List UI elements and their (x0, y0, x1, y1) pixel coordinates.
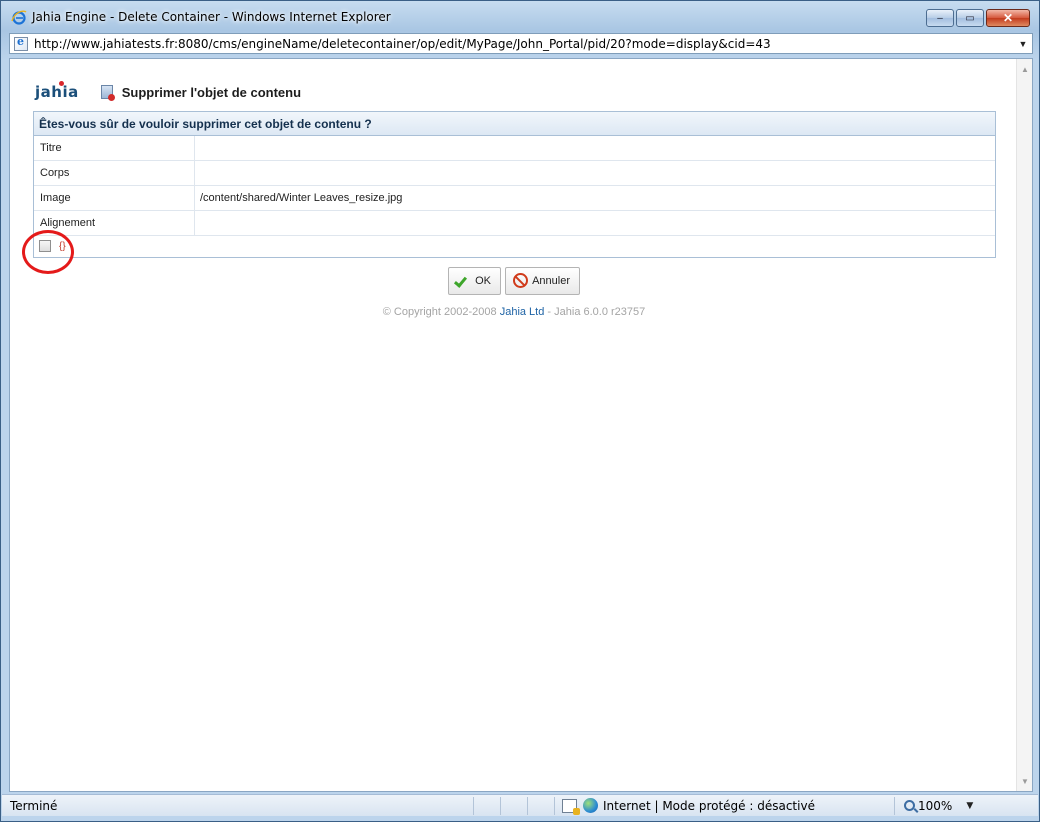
engine-title: Supprimer l'objet de contenu (121, 84, 302, 100)
jahia-logo: jahia (35, 81, 79, 101)
field-label: Titre (34, 136, 195, 160)
jahia-ltd-link[interactable]: Jahia Ltd (500, 306, 545, 318)
engine-page: jahia Supprimer l'objet de contenu Êtes-… (11, 60, 1017, 790)
status-cell (475, 795, 499, 817)
cancel-icon (512, 273, 528, 289)
status-bar: Terminé Internet | Mode protégé : désact… (2, 794, 1038, 816)
zoom-level[interactable]: 100% (918, 799, 952, 813)
delete-container-icon (100, 85, 115, 101)
status-cell (529, 795, 553, 817)
minimize-button[interactable]: – (926, 9, 954, 27)
ok-button[interactable]: OK (448, 267, 501, 295)
delete-form-panel: Êtes-vous sûr de vouloir supprimer cet o… (33, 111, 996, 258)
content-viewport: jahia Supprimer l'objet de contenu Êtes-… (9, 58, 1033, 792)
status-divider (500, 796, 501, 815)
security-zone[interactable]: Internet | Mode protégé : désactivé (603, 795, 893, 817)
cancel-label: Annuler (532, 275, 570, 287)
copyright-suffix: - Jahia 6.0.0 r23757 (544, 306, 646, 318)
protected-mode-page-icon[interactable] (562, 798, 580, 815)
logo-dot (59, 81, 64, 86)
status-divider (527, 796, 528, 815)
field-value (195, 161, 995, 185)
field-value (195, 136, 995, 160)
close-button[interactable]: ✕ (986, 9, 1030, 27)
vertical-scrollbar[interactable]: ▲ ▼ (1016, 59, 1032, 791)
highlight-annotation-circle (22, 230, 74, 274)
status-cell (502, 795, 526, 817)
window-title: Jahia Engine - Delete Container - Window… (32, 9, 391, 24)
field-row-titre: Titre (34, 136, 995, 161)
field-label: Image (34, 186, 195, 210)
zoom-icon[interactable] (904, 800, 915, 811)
field-row-alignement: Alignement (34, 211, 995, 236)
globe-icon (583, 798, 598, 813)
jahia-logo-text: jahia (35, 83, 79, 101)
checkmark-icon (453, 273, 469, 289)
confirm-row: {} (34, 236, 995, 256)
window-controls: – ▭ ✕ (926, 9, 1030, 27)
copyright-footer: © Copyright 2002-2008 Jahia Ltd - Jahia … (11, 306, 1017, 318)
zoom-dropdown-icon[interactable]: ▼ (966, 801, 973, 811)
status-text: Terminé (10, 798, 58, 813)
field-label: Corps (34, 161, 195, 185)
field-row-corps: Corps (34, 161, 995, 186)
ok-label: OK (475, 275, 491, 287)
status-divider (894, 796, 895, 815)
engine-header: jahia Supprimer l'objet de contenu (35, 80, 301, 104)
copyright-prefix: © Copyright 2002-2008 (382, 306, 500, 318)
action-buttons: OK Annuler (448, 267, 580, 295)
scroll-down-icon[interactable]: ▼ (1017, 773, 1033, 789)
browser-window: Jahia Engine - Delete Container - Window… (0, 0, 1040, 822)
title-bar: Jahia Engine - Delete Container - Window… (1, 1, 1039, 32)
field-value: /content/shared/Winter Leaves_resize.jpg (200, 192, 403, 204)
status-divider (554, 796, 555, 815)
cancel-button[interactable]: Annuler (505, 267, 580, 295)
confirmation-question: Êtes-vous sûr de vouloir supprimer cet o… (34, 112, 995, 136)
field-value (195, 211, 995, 235)
page-icon (14, 35, 28, 51)
scroll-up-icon[interactable]: ▲ (1017, 61, 1033, 77)
field-row-image: Image /content/shared/Winter Leaves_resi… (34, 186, 995, 211)
address-dropdown-icon[interactable]: ▼ (1014, 34, 1032, 53)
address-bar[interactable]: http://www.jahiatests.fr:8080/cms/engine… (9, 33, 1033, 54)
restore-button[interactable]: ▭ (956, 9, 984, 27)
status-divider (473, 796, 474, 815)
internet-explorer-icon (11, 9, 27, 25)
url-text[interactable]: http://www.jahiatests.fr:8080/cms/engine… (34, 37, 1014, 51)
